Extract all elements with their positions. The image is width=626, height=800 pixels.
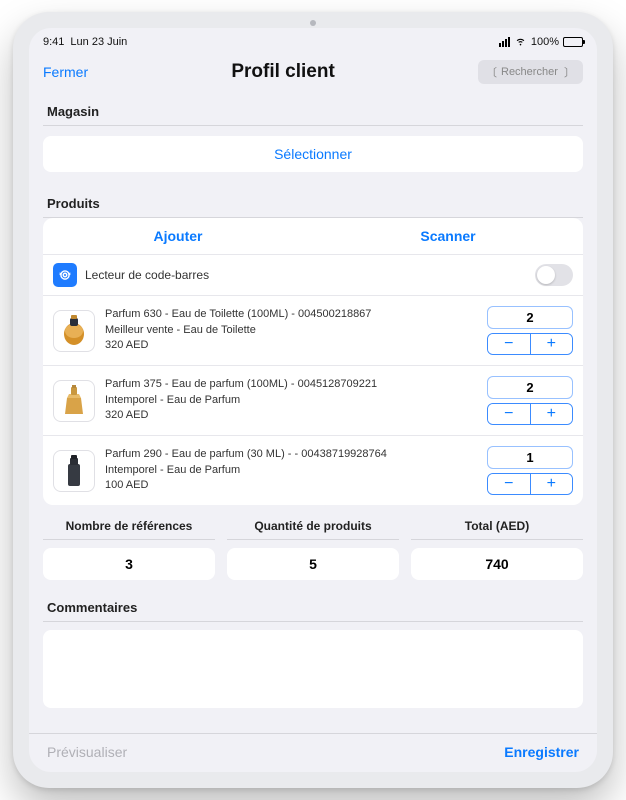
- product-thumb: [53, 450, 95, 492]
- page-title: Profil client: [231, 61, 334, 83]
- summary-refs-label: Nombre de références: [43, 519, 215, 540]
- product-sub: Intemporel - Eau de Parfum: [105, 393, 477, 408]
- screen: 9:41 Lun 23 Juin 100% Fermer Profil clie…: [29, 28, 597, 772]
- products-card: Ajouter Scanner Lecteur de code-barres: [43, 218, 583, 505]
- summary-qty-value: 5: [227, 548, 399, 580]
- search-input[interactable]: 〔 Rechercher 〕: [478, 60, 583, 84]
- qty-controls: 2 − +: [487, 306, 573, 355]
- product-row: Parfum 290 - Eau de parfum (30 ML) - - 0…: [43, 436, 583, 505]
- bottom-bar: Prévisualiser Enregistrer: [29, 733, 597, 772]
- qty-increase-button[interactable]: +: [531, 474, 573, 494]
- product-title: Parfum 290 - Eau de parfum (30 ML) - - 0…: [105, 447, 477, 462]
- product-info: Parfum 290 - Eau de parfum (30 ML) - - 0…: [105, 447, 477, 493]
- qty-increase-button[interactable]: +: [531, 404, 573, 424]
- scanner-toggle[interactable]: [535, 264, 573, 286]
- summary-refs-value: 3: [43, 548, 215, 580]
- qty-value: 2: [487, 306, 573, 329]
- summary-qty-label: Quantité de produits: [227, 519, 399, 540]
- qty-increase-button[interactable]: +: [531, 334, 573, 354]
- tabs: Ajouter Scanner: [43, 218, 583, 254]
- bracket-left-icon: 〔: [486, 64, 497, 80]
- summary-total-label: Total (AED): [411, 519, 583, 540]
- camera-dot: [310, 20, 316, 26]
- preview-button[interactable]: Prévisualiser: [47, 744, 127, 760]
- qty-controls: 2 − +: [487, 376, 573, 425]
- bracket-right-icon: 〕: [564, 64, 575, 80]
- product-row: Parfum 375 - Eau de parfum (100ML) - 004…: [43, 366, 583, 436]
- save-button[interactable]: Enregistrer: [504, 744, 579, 760]
- product-info: Parfum 375 - Eau de parfum (100ML) - 004…: [105, 377, 477, 423]
- product-sub: Meilleur vente - Eau de Toilette: [105, 323, 477, 338]
- select-store-button[interactable]: Sélectionner: [43, 136, 583, 172]
- nav-bar: Fermer Profil client 〔 Rechercher 〕: [29, 52, 597, 94]
- wifi-icon: [514, 34, 527, 50]
- summary-row: Nombre de références 3 Quantité de produ…: [43, 519, 583, 580]
- product-thumb: [53, 380, 95, 422]
- summary-total-value: 740: [411, 548, 583, 580]
- product-thumb: [53, 310, 95, 352]
- product-price: 320 AED: [105, 338, 477, 353]
- scanner-label: Lecteur de code-barres: [85, 268, 527, 282]
- close-button[interactable]: Fermer: [43, 64, 88, 80]
- battery-percent: 100%: [531, 36, 559, 48]
- scanner-row: Lecteur de code-barres: [43, 254, 583, 296]
- status-bar: 9:41 Lun 23 Juin 100%: [29, 28, 597, 52]
- section-produits: Produits: [43, 186, 583, 218]
- barcode-icon: [53, 263, 77, 287]
- comments-input[interactable]: [43, 630, 583, 708]
- product-price: 320 AED: [105, 408, 477, 423]
- qty-value: 2: [487, 376, 573, 399]
- product-row: Parfum 630 - Eau de Toilette (100ML) - 0…: [43, 296, 583, 366]
- qty-decrease-button[interactable]: −: [488, 474, 531, 494]
- status-date: Lun 23 Juin: [70, 36, 127, 48]
- search-placeholder: Rechercher: [501, 66, 560, 78]
- product-title: Parfum 375 - Eau de parfum (100ML) - 004…: [105, 377, 477, 392]
- content-area: Magasin Sélectionner Produits Ajouter Sc…: [29, 94, 597, 733]
- qty-value: 1: [487, 446, 573, 469]
- qty-decrease-button[interactable]: −: [488, 334, 531, 354]
- battery-icon: [563, 37, 583, 47]
- tablet-frame: 9:41 Lun 23 Juin 100% Fermer Profil clie…: [13, 12, 613, 788]
- product-price: 100 AED: [105, 478, 477, 493]
- product-title: Parfum 630 - Eau de Toilette (100ML) - 0…: [105, 307, 477, 322]
- qty-decrease-button[interactable]: −: [488, 404, 531, 424]
- product-info: Parfum 630 - Eau de Toilette (100ML) - 0…: [105, 307, 477, 353]
- status-time: 9:41: [43, 36, 64, 48]
- signal-icon: [499, 37, 510, 47]
- product-sub: Intemporel - Eau de Parfum: [105, 463, 477, 478]
- tab-scanner[interactable]: Scanner: [313, 218, 583, 254]
- qty-controls: 1 − +: [487, 446, 573, 495]
- tab-ajouter[interactable]: Ajouter: [43, 218, 313, 254]
- section-commentaires: Commentaires: [43, 590, 583, 622]
- section-magasin: Magasin: [43, 94, 583, 126]
